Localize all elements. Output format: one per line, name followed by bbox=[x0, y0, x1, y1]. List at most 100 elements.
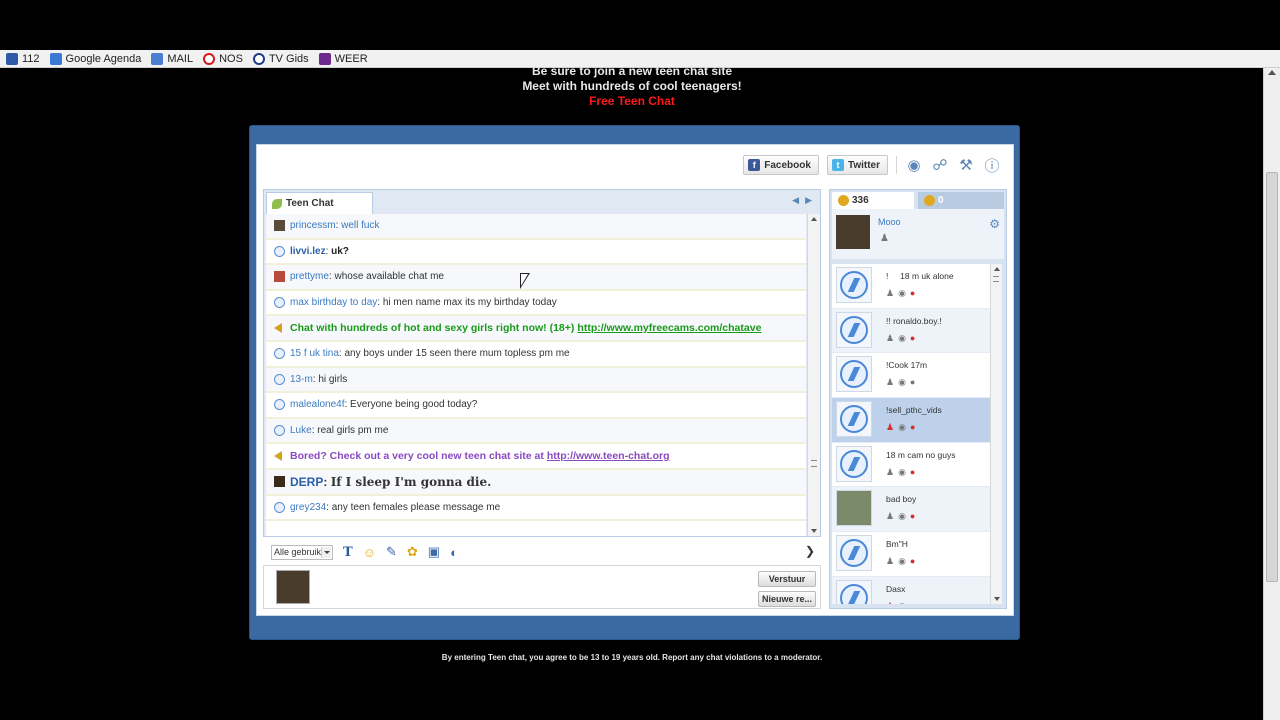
user-list-item[interactable]: !sell_pthc_vids ♟◉● bbox=[832, 398, 992, 443]
info-icon[interactable]: ⓘ bbox=[983, 156, 1001, 175]
scroll-down-icon[interactable] bbox=[811, 529, 817, 533]
bookmark-google-agenda[interactable]: Google Agenda bbox=[49, 52, 141, 65]
webcam-icon[interactable]: ◉ bbox=[905, 156, 923, 174]
speaker-icon bbox=[274, 451, 282, 462]
gear-icon[interactable]: ⚙ bbox=[989, 217, 1000, 231]
promo-link[interactable]: http://www.teen-chat.org bbox=[547, 450, 670, 462]
my-username[interactable]: Mooo bbox=[878, 217, 901, 227]
user-list: ! 18 m uk alone ♟◉● !! ronaldo.boy.! ♟◉● !… bbox=[832, 264, 992, 604]
room-icon bbox=[272, 198, 282, 209]
bookmark-nos[interactable]: NOS bbox=[203, 52, 243, 65]
avatar[interactable] bbox=[836, 215, 870, 249]
gift-icon[interactable]: ✿ bbox=[407, 544, 418, 560]
default-avatar-icon bbox=[840, 449, 868, 478]
default-avatar-icon bbox=[840, 315, 868, 344]
banner-line-2: Meet with hundreds of cool teenagers! bbox=[522, 79, 742, 93]
user-status-icons: ♟◉● bbox=[886, 556, 920, 567]
banner-line-1: Be sure to join a new teen chat site bbox=[531, 64, 733, 78]
person-icon: ♟ bbox=[880, 233, 889, 244]
top-toolbar: f Facebook t Twitter ◉ ☍ ⚒ ⓘ bbox=[743, 155, 1001, 175]
promo-link[interactable]: http://www.myfreecams.com/chatave bbox=[577, 322, 761, 334]
tab-online-users[interactable]: 336 bbox=[832, 192, 914, 209]
tab-teen-chat[interactable]: Teen Chat bbox=[266, 192, 373, 214]
list-item: 15 f uk tina: any boys under 15 seen the… bbox=[266, 342, 806, 368]
avatar bbox=[836, 445, 872, 482]
games-icon[interactable]: ☍ bbox=[931, 156, 949, 174]
promo-message: Bored? Check out a very cool new teen ch… bbox=[266, 444, 806, 470]
mouse-cursor-icon bbox=[520, 273, 530, 289]
tv-icon bbox=[252, 52, 265, 65]
list-item: malealone4f: Everyone being good today? bbox=[266, 393, 806, 419]
browser-chrome: 112 Google Agenda MAIL NOS TV Gids WEER bbox=[0, 0, 1280, 68]
scroll-down-icon[interactable] bbox=[994, 597, 1000, 601]
bubble-style-icon[interactable]: ✎ bbox=[386, 544, 397, 560]
scroll-up-icon[interactable] bbox=[811, 217, 817, 221]
avatar[interactable] bbox=[274, 220, 285, 232]
default-avatar-icon bbox=[840, 539, 868, 568]
chat-bubble-icon bbox=[274, 348, 285, 360]
tab-friends[interactable]: 0 bbox=[918, 192, 1004, 209]
send-button[interactable]: Verstuur bbox=[758, 571, 816, 587]
user-status-icons: ♟◉● bbox=[886, 377, 920, 388]
user-status-icons: ♟◉● bbox=[886, 422, 920, 433]
chat-bubble-icon bbox=[274, 425, 285, 437]
user-list-item[interactable]: !! ronaldo.boy.! ♟◉● bbox=[832, 308, 992, 354]
message-scrollbar[interactable] bbox=[807, 214, 820, 536]
globe-icon[interactable]: ◐ bbox=[450, 545, 458, 560]
scroll-up-icon[interactable] bbox=[994, 267, 1000, 271]
list-item: DERP: If I sleep I'm gonna die. bbox=[266, 469, 806, 496]
smiley-icon[interactable]: ☺ bbox=[363, 545, 376, 560]
user-status-icons: ♟◉● bbox=[886, 332, 920, 343]
user-list-scrollbar[interactable] bbox=[990, 264, 1002, 604]
chevron-down-icon[interactable] bbox=[321, 546, 331, 558]
recipient-select[interactable]: Alle gebruik bbox=[271, 544, 333, 560]
settings-wrench-icon[interactable]: ⚒ bbox=[957, 156, 975, 174]
user-list-item[interactable]: bad boy ♟◉● bbox=[832, 487, 992, 533]
user-status-icons: ♟◉● bbox=[886, 288, 920, 298]
user-list-item[interactable]: !Cook 17m ♟◉● bbox=[832, 353, 992, 399]
user-list-item[interactable]: 18 m cam no guys ♟◉● bbox=[832, 442, 992, 488]
chat-bubble-icon bbox=[274, 373, 285, 385]
scroll-thumb[interactable] bbox=[811, 460, 817, 467]
avatar[interactable] bbox=[274, 271, 285, 283]
bookmark-mail[interactable]: MAIL bbox=[151, 52, 193, 65]
user-status-icons: ♟◉● bbox=[886, 511, 920, 522]
avatar bbox=[836, 535, 872, 572]
chat-app-inner: f Facebook t Twitter ◉ ☍ ⚒ ⓘ Teen Chat ◀▶ … bbox=[256, 144, 1014, 616]
default-avatar-icon bbox=[840, 360, 868, 389]
chat-app: f Facebook t Twitter ◉ ☍ ⚒ ⓘ Teen Chat ◀▶ … bbox=[249, 125, 1020, 640]
scroll-up-icon[interactable] bbox=[1268, 70, 1276, 75]
footer-notice: By entering Teen chat, you agree to be 1… bbox=[441, 653, 823, 662]
scroll-thumb[interactable] bbox=[993, 276, 999, 282]
promo-message: Chat with hundreds of hot and sexy girls… bbox=[266, 316, 806, 342]
user-tabs: 336 0 bbox=[832, 192, 1004, 209]
speaker-icon bbox=[274, 323, 282, 334]
user-list-item[interactable]: Bm"H ♟◉● bbox=[832, 532, 992, 577]
avatar[interactable] bbox=[274, 476, 285, 488]
text-format-icon[interactable]: T bbox=[343, 545, 353, 560]
scroll-thumb[interactable] bbox=[1266, 172, 1278, 582]
user-status-icons: ♟◉● bbox=[886, 466, 920, 477]
new-room-button[interactable]: Nieuwe re... bbox=[758, 591, 816, 607]
users-icon bbox=[838, 195, 849, 206]
user-list-item[interactable]: ! 18 m uk alone ♟◉● bbox=[832, 264, 992, 309]
bookmark-112[interactable]: 112 bbox=[6, 52, 40, 65]
default-avatar-icon bbox=[840, 583, 868, 604]
facebook-button[interactable]: f Facebook bbox=[743, 155, 819, 175]
user-list-item[interactable]: Dasx♟◉● bbox=[832, 576, 992, 604]
bookmark-weer[interactable]: WEER bbox=[318, 52, 368, 65]
free-teen-chat-link[interactable]: Free Teen Chat bbox=[0, 94, 1264, 109]
chevron-right-icon[interactable]: ❯ bbox=[805, 544, 815, 558]
page-scrollbar[interactable] bbox=[1263, 68, 1280, 720]
message-compose[interactable]: Verstuur Nieuwe re... bbox=[263, 565, 821, 609]
promo-banner: Be sure to join a new teen chat site Mee… bbox=[0, 64, 1264, 109]
list-item: grey234: any teen females please message… bbox=[266, 496, 806, 522]
twitter-button[interactable]: t Twitter bbox=[826, 155, 888, 175]
mail-icon bbox=[151, 52, 164, 65]
weather-icon bbox=[318, 52, 331, 65]
facebook-share-icon[interactable]: ▣ bbox=[428, 544, 440, 560]
list-item: max birthday to day: hi men name max its… bbox=[266, 291, 806, 317]
bookmark-tv-gids[interactable]: TV Gids bbox=[252, 52, 309, 65]
default-avatar-icon bbox=[840, 271, 868, 299]
tab-scroll-arrows[interactable]: ◀▶ bbox=[792, 195, 818, 206]
